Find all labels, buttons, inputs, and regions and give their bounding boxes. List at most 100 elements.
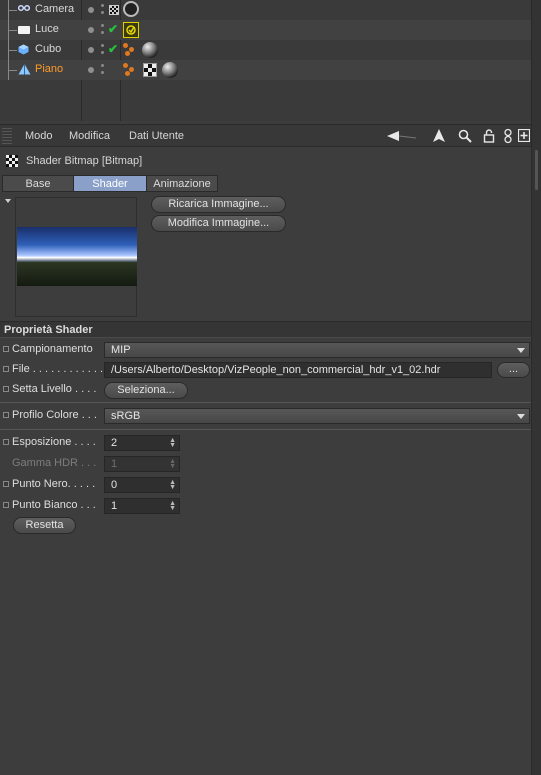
tree-line — [8, 60, 18, 80]
property-white-point: Punto Bianco . . . 1 ▲ ▼ — [0, 496, 531, 516]
property-label: File . . . . . . . . . . . . — [12, 363, 104, 375]
chevron-down-icon — [517, 414, 525, 419]
checker-icon — [109, 5, 119, 15]
tree-line — [8, 20, 18, 40]
property-label: Profilo Colore . . . — [12, 409, 97, 421]
menu-modo[interactable]: Modo — [25, 130, 53, 142]
property-hdr-gamma: Gamma HDR . . . 1 ▲ ▼ — [0, 454, 531, 474]
property-label: Punto Nero. . . . . — [12, 478, 96, 490]
tree-line — [8, 0, 18, 20]
property-label: Gamma HDR . . . — [12, 457, 97, 469]
file-path-field[interactable]: /Users/Alberto/Desktop/VizPeople_non_com… — [104, 362, 492, 378]
divider — [0, 429, 531, 430]
animate-checkbox[interactable] — [3, 346, 9, 352]
dropdown-value: sRGB — [111, 410, 141, 422]
scrollbar-thumb[interactable] — [535, 150, 538, 190]
menu-dati-utente[interactable]: Dati Utente — [129, 130, 184, 142]
stepper-arrows-icon[interactable]: ▲ ▼ — [169, 479, 176, 491]
animate-checkbox[interactable] — [3, 366, 9, 372]
tab-base[interactable]: Base — [2, 175, 74, 192]
hdr-preview-image — [17, 227, 137, 286]
material-tag-icon[interactable] — [162, 62, 178, 78]
material-tag-icon[interactable] — [142, 42, 158, 58]
property-file: File . . . . . . . . . . . . /Users/Albe… — [0, 360, 531, 380]
up-arrow-icon[interactable] — [433, 129, 445, 146]
field-value: 2 — [111, 437, 118, 449]
property-exposure: Esposizione . . . . 2 ▲ ▼ — [0, 433, 531, 453]
field-value: 0 — [111, 479, 118, 491]
cube-object-icon — [18, 44, 29, 55]
field-value: 1 — [111, 458, 118, 470]
visibility-dot[interactable] — [88, 47, 94, 53]
white-point-field[interactable]: 1 ▲ ▼ — [104, 498, 180, 514]
select-layer-button[interactable]: Seleziona... — [104, 382, 188, 399]
property-label: Setta Livello . . . . — [12, 383, 97, 395]
hdr-gamma-field: 1 ▲ ▼ — [104, 456, 180, 472]
lock-icon[interactable] — [483, 129, 495, 146]
reload-image-button[interactable]: Ricarica Immagine... — [151, 196, 286, 213]
animate-checkbox[interactable] — [3, 386, 9, 392]
tree-line — [8, 40, 18, 60]
light-object-icon — [18, 26, 30, 34]
exposure-field[interactable]: 2 ▲ ▼ — [104, 435, 180, 451]
bitmap-shader-icon — [6, 155, 18, 167]
stepper-arrows-icon[interactable]: ▲ ▼ — [169, 437, 176, 449]
object-name: Camera — [35, 3, 75, 15]
sampling-dropdown[interactable]: MIP — [104, 342, 530, 358]
object-manager: Camera Luce ✔ Cubo ✔ Piano — [0, 0, 541, 121]
property-label: Punto Bianco . . . — [12, 499, 96, 511]
property-color-profile: Profilo Colore . . . sRGB — [0, 406, 531, 426]
animate-checkbox[interactable] — [3, 502, 9, 508]
animate-checkbox[interactable] — [3, 481, 9, 487]
divider — [0, 402, 531, 403]
property-black-point: Punto Nero. . . . . 0 ▲ ▼ — [0, 475, 531, 495]
object-name: Cubo — [35, 43, 62, 55]
new-window-icon[interactable] — [517, 128, 531, 145]
chevron-down-icon — [517, 348, 525, 353]
browse-file-button[interactable]: ... — [497, 362, 530, 378]
visibility-dot[interactable] — [88, 27, 94, 33]
field-value: 1 — [111, 500, 118, 512]
camera-tag-icon[interactable] — [123, 1, 139, 17]
phong-tag-icon[interactable] — [123, 43, 137, 57]
reset-button[interactable]: Resetta — [13, 517, 76, 534]
color-profile-dropdown[interactable]: sRGB — [104, 408, 530, 424]
object-name: Luce — [35, 23, 59, 35]
image-preview[interactable] — [15, 197, 137, 317]
enabled-check-icon[interactable]: ✔ — [108, 42, 118, 56]
enabled-check-icon[interactable]: ✔ — [108, 22, 118, 36]
dropdown-value: MIP — [111, 344, 131, 356]
black-point-field[interactable]: 0 ▲ ▼ — [104, 477, 180, 493]
property-label: Campionamento — [12, 343, 93, 355]
object-row-piano[interactable]: Piano — [0, 60, 531, 80]
animate-checkbox[interactable] — [3, 412, 9, 418]
object-row-cubo[interactable]: Cubo ✔ — [0, 40, 531, 60]
collapse-arrow-icon[interactable] — [5, 199, 11, 203]
shader-title-text: Shader Bitmap [Bitmap] — [26, 155, 143, 167]
visibility-dot[interactable] — [88, 7, 94, 13]
phong-tag-icon[interactable] — [123, 63, 137, 77]
camera-object-icon — [17, 3, 31, 14]
menu-modifica[interactable]: Modifica — [69, 130, 110, 142]
search-icon[interactable] — [458, 129, 472, 146]
grip-handle[interactable] — [2, 128, 12, 144]
scrollbar[interactable] — [531, 0, 541, 775]
object-row-luce[interactable]: Luce ✔ — [0, 20, 531, 40]
tab-animazione[interactable]: Animazione — [146, 175, 218, 192]
back-arrow-icon[interactable] — [387, 130, 417, 145]
property-layer: Setta Livello . . . . Seleziona... — [0, 380, 531, 400]
edit-image-button[interactable]: Modifica Immagine... — [151, 215, 286, 232]
object-name-selected: Piano — [35, 63, 64, 75]
animate-checkbox[interactable] — [3, 439, 9, 445]
stepper-arrows-icon: ▲ ▼ — [169, 458, 176, 470]
object-row-camera[interactable]: Camera — [0, 0, 531, 20]
link-icon[interactable] — [503, 128, 513, 147]
light-tag-icon[interactable] — [123, 22, 139, 38]
checker-tag-icon[interactable] — [143, 63, 157, 77]
tab-shader[interactable]: Shader — [73, 175, 147, 192]
section-shader-properties: Proprietà Shader — [0, 321, 531, 338]
stepper-arrows-icon[interactable]: ▲ ▼ — [169, 500, 176, 512]
property-sampling: Campionamento MIP — [0, 340, 531, 360]
visibility-dot[interactable] — [88, 67, 94, 73]
attribute-menubar: Modo Modifica Dati Utente — [0, 124, 541, 147]
